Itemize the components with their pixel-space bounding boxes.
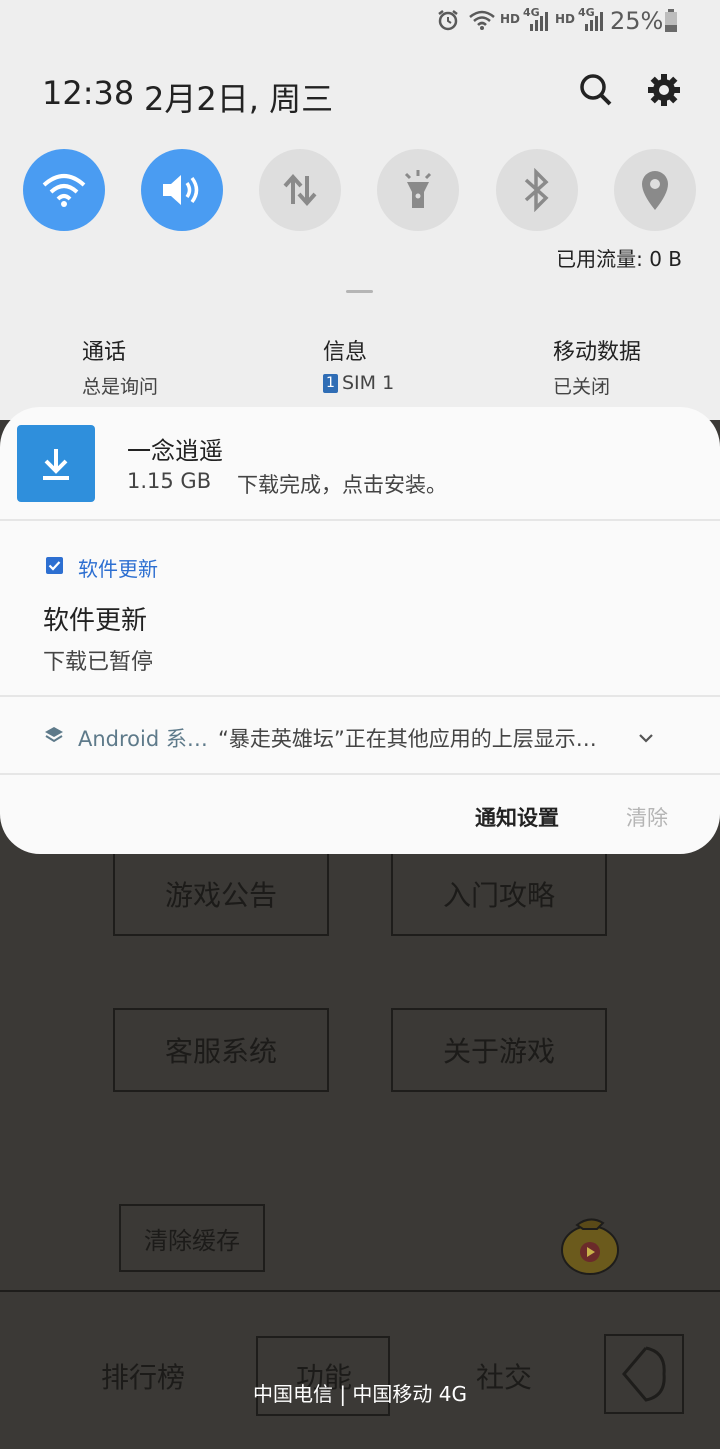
sim1-badge: 1 [323,373,338,393]
notification-card: 一念逍遥 1.15 GB 下载完成，点击安装。 软件更新 软件更新 下载已暂停 … [0,407,720,854]
download-notification[interactable]: 一念逍遥 1.15 GB 下载完成，点击安装。 [0,407,720,519]
signal-icon-1 [528,10,548,36]
clock: 12:38 [42,74,135,112]
customer-service-button: 客服系统 [113,1008,329,1092]
checkbox-icon [46,557,63,574]
game-notice-button: 游戏公告 [113,852,329,936]
chevron-down-icon[interactable] [638,729,654,748]
update-title: 软件更新 [43,606,148,636]
search-icon[interactable] [578,72,614,112]
download-text: 下载完成，点击安装。 [237,473,447,497]
carrier-label: 中国电信 | 中国移动 4G [252,1382,468,1406]
hd-label-2: HD [555,12,576,26]
battery-percent: 25% [610,7,664,35]
wifi-icon [42,174,86,207]
android-app-name: Android 系… [78,727,208,751]
download-title: 一念逍遥 [127,437,223,465]
sim-message-value: SIM 1 [342,372,395,394]
sim-mobile-data-setting[interactable]: 移动数据 已关闭 [553,334,641,399]
notification-settings-button[interactable]: 通知设置 [475,802,559,832]
bluetooth-icon [524,168,549,212]
battery-icon [664,9,678,37]
wifi-toggle[interactable] [23,149,105,231]
sim-call-setting[interactable]: 通话 总是询问 [82,334,158,399]
alarm-icon [436,8,460,36]
location-toggle[interactable] [614,149,696,231]
sim-message-title: 信息 [323,340,368,365]
date: 2月2日, 周三 [144,80,334,118]
android-text: “暴走英雄坛”正在其他应用的上层显示… [218,727,597,751]
about-game-button: 关于游戏 [391,1008,607,1092]
sim-call-value: 总是询问 [82,376,159,398]
mobile-data-toggle[interactable] [259,149,341,231]
volume-icon [163,175,199,205]
mobile-data-icon [283,173,317,207]
flashlight-toggle[interactable] [377,149,459,231]
signal-icon-2 [583,10,603,36]
quick-panel: HD 4G HD 4G 25% 12:38 2月2日, 周三 已用流量: 0 B… [0,0,720,420]
ground-line [0,1290,720,1292]
guide-button: 入门攻略 [391,852,607,936]
download-size: 1.15 GB [127,469,212,493]
update-text: 下载已暂停 [43,650,154,675]
sound-toggle[interactable] [141,149,223,231]
location-icon [642,171,668,210]
update-app-name: 软件更新 [78,557,158,581]
sim-message-setting[interactable]: 信息 1 SIM 1 [323,334,394,394]
clear-cache-button: 清除缓存 [119,1204,265,1272]
flashlight-icon [404,170,432,208]
android-system-notification[interactable]: Android 系… “暴走英雄坛”正在其他应用的上层显示… [0,697,720,773]
divider [0,773,720,775]
bag-icon [555,1205,625,1277]
sim-call-title: 通话 [82,340,127,365]
sim-mobile-data-title: 移动数据 [553,340,642,365]
download-icon [17,425,95,502]
clear-button[interactable]: 清除 [626,802,668,832]
hd-label-1: HD [500,12,521,26]
wifi-status-icon [468,9,496,35]
drag-handle[interactable] [346,290,373,293]
gear-icon[interactable] [646,72,682,112]
bluetooth-toggle[interactable] [496,149,578,231]
layers-icon [44,725,64,749]
software-update-notification[interactable]: 软件更新 软件更新 下载已暂停 [0,521,720,695]
sim-mobile-data-value: 已关闭 [553,376,611,398]
data-usage-label: 已用流量: 0 B [556,247,682,271]
